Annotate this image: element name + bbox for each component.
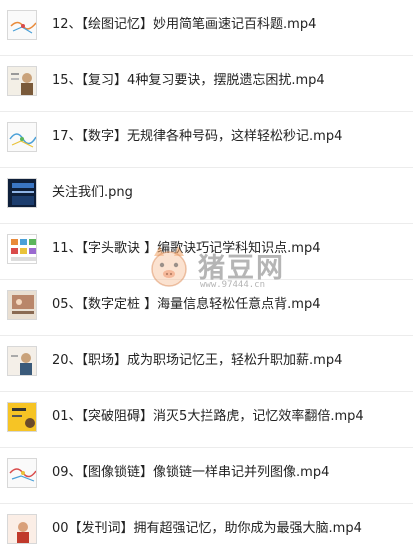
mindmap-thumbnail-icon bbox=[7, 10, 37, 40]
file-name: 关注我们.png bbox=[52, 185, 133, 200]
file-row[interactable]: 01、【突破阻碍】消灭5大拦路虎，记忆效率翻倍.mp4 bbox=[0, 392, 413, 448]
file-row[interactable]: 09、【图像锁链】像锁链一样串记并列图像.mp4 bbox=[0, 448, 413, 504]
file-row[interactable]: 15、【复习】4种复习要诀，摆脱遗忘困扰.mp4 bbox=[0, 56, 413, 112]
mindmap-thumbnail-icon bbox=[7, 458, 37, 488]
file-name: 17、【数字】无规律各种号码，这样轻松秒记.mp4 bbox=[52, 129, 343, 144]
mindmap-thumbnail-icon bbox=[7, 122, 37, 152]
yellow-thumbnail-icon bbox=[7, 402, 37, 432]
photo-thumbnail-icon bbox=[7, 290, 37, 320]
file-name: 01、【突破阻碍】消灭5大拦路虎，记忆效率翻倍.mp4 bbox=[52, 409, 364, 424]
file-name: 15、【复习】4种复习要诀，摆脱遗忘困扰.mp4 bbox=[52, 73, 325, 88]
watermark-url: www.97444.cn bbox=[200, 280, 266, 290]
file-row[interactable]: 12、【绘图记忆】妙用简笔画速记百科题.mp4 bbox=[0, 0, 413, 56]
person-thumbnail-icon bbox=[7, 346, 37, 376]
person-thumbnail-icon bbox=[7, 514, 37, 544]
grid-thumbnail-icon bbox=[7, 234, 37, 264]
file-name: 20、【职场】成为职场记忆王，轻松升职加薪.mp4 bbox=[52, 353, 343, 368]
file-row[interactable]: 关注我们.png bbox=[0, 168, 413, 224]
file-name: 09、【图像锁链】像锁链一样串记并列图像.mp4 bbox=[52, 465, 330, 480]
file-name: 12、【绘图记忆】妙用简笔画速记百科题.mp4 bbox=[52, 17, 317, 32]
dark-banner-thumbnail-icon bbox=[7, 178, 37, 208]
file-row[interactable]: 00【发刊词】拥有超强记忆，助你成为最强大脑.mp4 bbox=[0, 504, 413, 560]
file-row[interactable]: 17、【数字】无规律各种号码，这样轻松秒记.mp4 bbox=[0, 112, 413, 168]
file-name: 00【发刊词】拥有超强记忆，助你成为最强大脑.mp4 bbox=[52, 521, 362, 536]
site-watermark: 猪豆网 www.97444.cn bbox=[138, 240, 288, 310]
pig-logo-icon bbox=[151, 246, 187, 287]
file-row[interactable]: 20、【职场】成为职场记忆王，轻松升职加薪.mp4 bbox=[0, 336, 413, 392]
person-thumbnail-icon bbox=[7, 66, 37, 96]
